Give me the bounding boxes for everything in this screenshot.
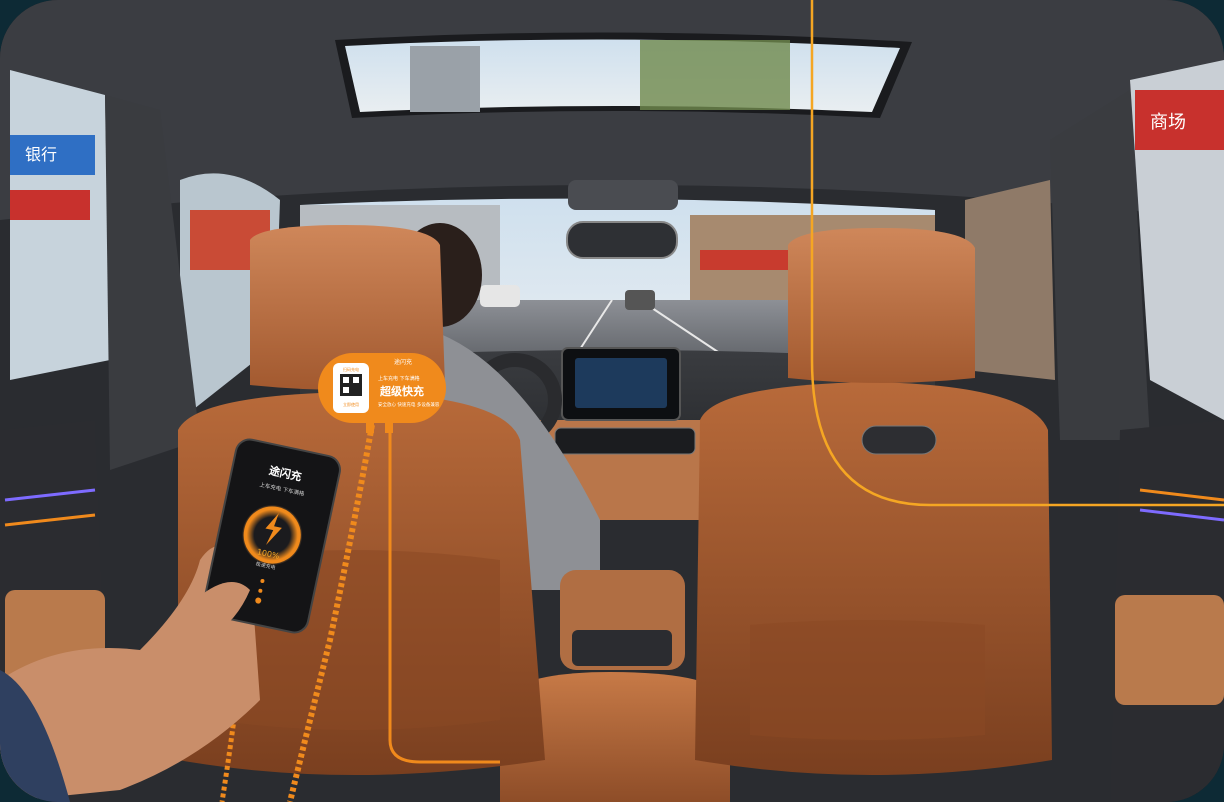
- right-seat-pocket: [750, 620, 985, 740]
- left-building-sign: 银行: [25, 145, 57, 164]
- climate-controls: [554, 427, 696, 455]
- screen-display: [575, 358, 667, 408]
- overhead-console: [568, 180, 678, 210]
- tree-canopy: [640, 40, 790, 110]
- car-ahead: [480, 285, 520, 307]
- right-door-leather: [1115, 595, 1224, 705]
- charger-footer: 安全放心 快速充电 多设备兼容: [378, 401, 440, 408]
- right-headrest: [788, 228, 975, 383]
- charger-slogan: 上车充电 下车满格: [378, 375, 420, 382]
- seat-release-handle: [861, 425, 937, 455]
- right-front-window: [965, 180, 1055, 380]
- car-ahead-2: [625, 290, 655, 310]
- left-rear-window: [10, 70, 110, 380]
- shop-awning: [10, 190, 90, 220]
- building: [410, 46, 480, 112]
- usb-port-2: [385, 423, 393, 433]
- qr-bottom-label: 立即使用: [343, 401, 359, 407]
- usb-port-1: [366, 423, 374, 433]
- rear-vent: [572, 630, 672, 666]
- right-building-sign: 商场: [1150, 112, 1186, 133]
- car-interior-scene: 银行 商场 扫码充电 立即使用 途闪充 上车充电 下车满格 超级快充 安全放心 …: [0, 0, 1224, 802]
- qr-top-label: 扫码充电: [343, 366, 359, 372]
- scene-frame: 银行 商场 扫码充电 立即使用 途闪充 上车充电 下车满格 超级快充 安全放心 …: [0, 0, 1224, 802]
- rearview-mirror: [566, 221, 678, 259]
- charger-brand: 途闪充: [394, 358, 412, 366]
- charger-headline: 超级快充: [379, 384, 424, 398]
